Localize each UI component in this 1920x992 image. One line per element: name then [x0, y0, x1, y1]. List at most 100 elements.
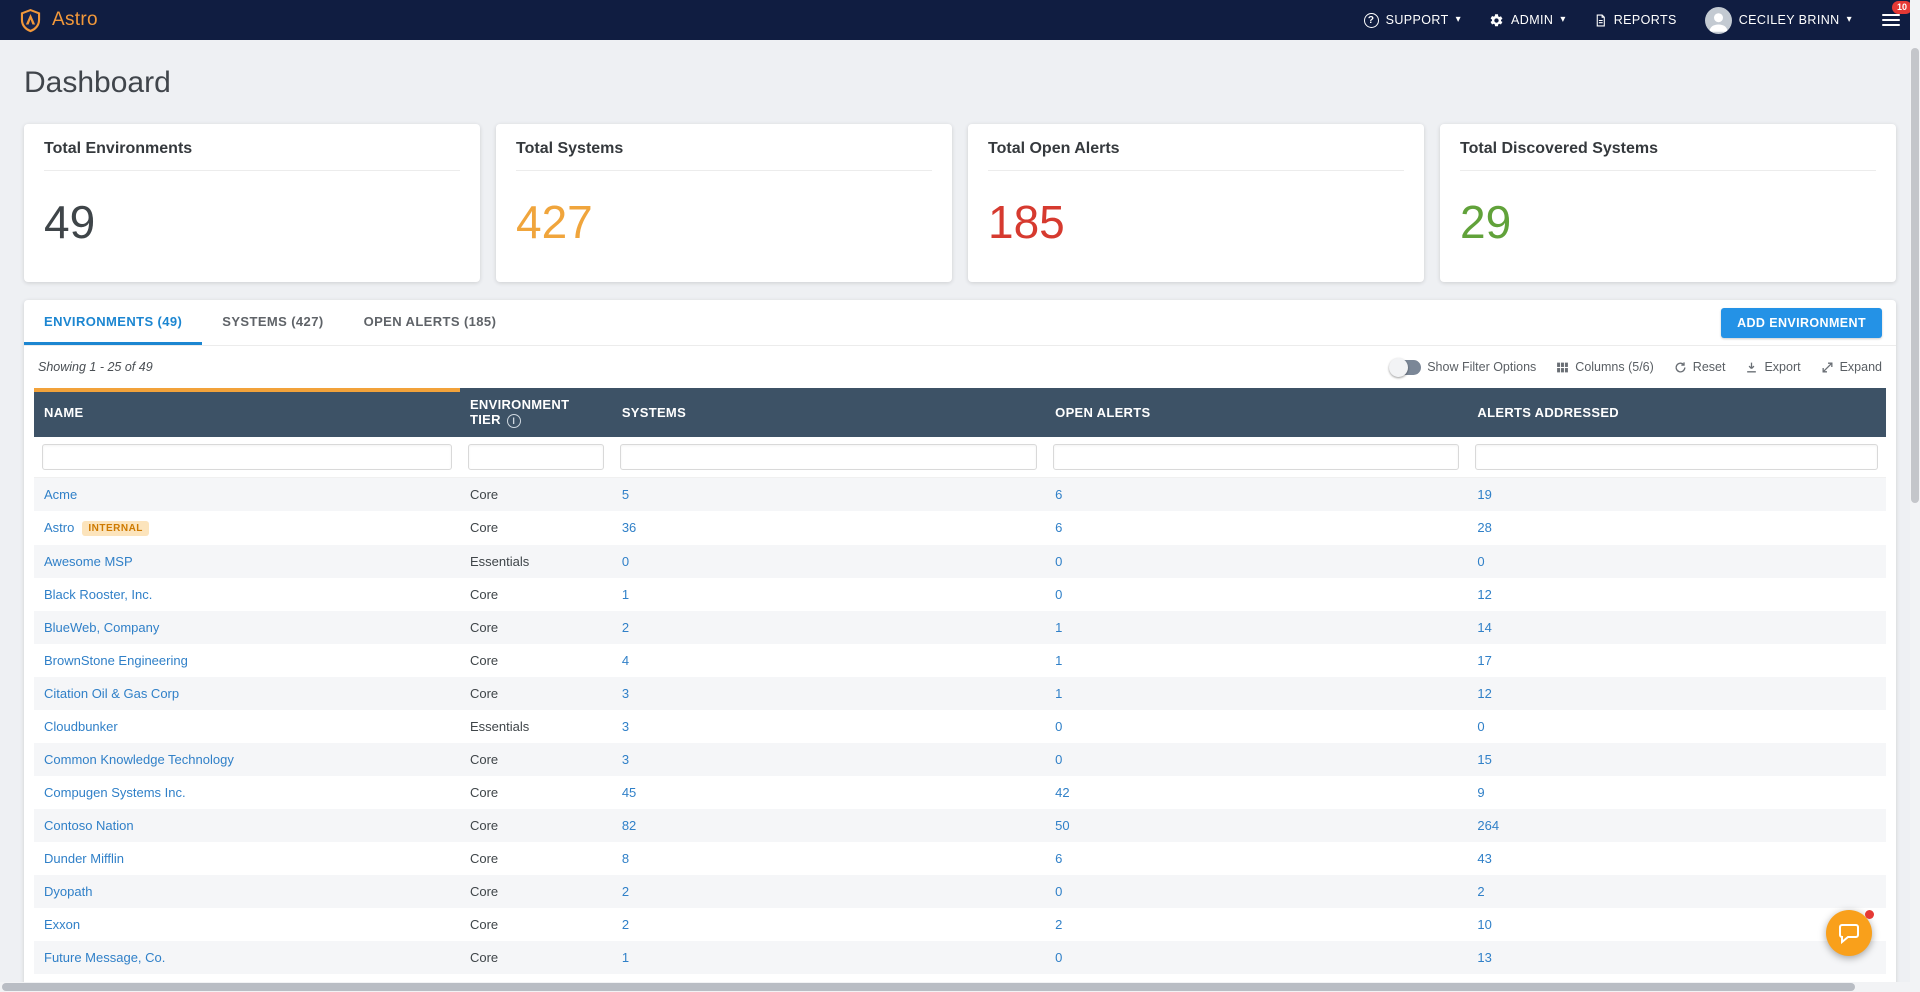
- info-icon[interactable]: i: [507, 414, 521, 428]
- alerts-addressed-count-link[interactable]: 13: [1477, 950, 1491, 965]
- alerts-addressed-count-link[interactable]: 264: [1477, 818, 1499, 833]
- environment-name-link[interactable]: Future Message, Co.: [44, 950, 165, 965]
- systems-count-link[interactable]: 2: [622, 884, 629, 899]
- columns-button[interactable]: Columns (5/6): [1556, 360, 1654, 374]
- environment-name-link[interactable]: Exxon: [44, 917, 80, 932]
- open-alerts-count-link[interactable]: 1: [1055, 653, 1062, 668]
- horizontal-scrollbar-thumb[interactable]: [2, 983, 1855, 991]
- open-alerts-count-link[interactable]: 50: [1055, 818, 1069, 833]
- open-alerts-count-link[interactable]: 6: [1055, 520, 1062, 535]
- environment-name-link[interactable]: BrownStone Engineering: [44, 653, 188, 668]
- open-alerts-count-link[interactable]: 1: [1055, 686, 1062, 701]
- alerts-addressed-cell: 43: [1467, 842, 1886, 875]
- systems-count-link[interactable]: 2: [622, 620, 629, 635]
- environment-name-link[interactable]: Acme: [44, 487, 77, 502]
- alerts-addressed-count-link[interactable]: 17: [1477, 653, 1491, 668]
- filter-toggle-switch[interactable]: [1391, 360, 1421, 375]
- nav-user-menu[interactable]: CECILEY BRINN ▾: [1705, 7, 1852, 34]
- environment-name-link[interactable]: BlueWeb, Company: [44, 620, 159, 635]
- alerts-addressed-count-link[interactable]: 15: [1477, 752, 1491, 767]
- nav-support[interactable]: ? SUPPORT ▾: [1364, 13, 1461, 28]
- systems-count-link[interactable]: 5: [622, 487, 629, 502]
- open-alerts-count-link[interactable]: 1: [1055, 620, 1062, 635]
- open-alerts-count-link[interactable]: 2: [1055, 917, 1062, 932]
- vertical-scrollbar-thumb[interactable]: [1911, 48, 1919, 503]
- column-header-name[interactable]: NAME: [34, 388, 460, 437]
- alerts-addressed-count-link[interactable]: 14: [1477, 620, 1491, 635]
- notifications-menu-button[interactable]: 10: [1880, 7, 1902, 33]
- open-alerts-count-link[interactable]: 6: [1055, 851, 1062, 866]
- column-header-environment-tier[interactable]: ENVIRONMENT TIERi: [460, 388, 612, 437]
- systems-count-link[interactable]: 3: [622, 752, 629, 767]
- column-header-systems[interactable]: SYSTEMS: [612, 388, 1045, 437]
- name-cell: AstroINTERNAL: [34, 511, 460, 545]
- name-cell: Compugen Systems Inc.: [34, 776, 460, 809]
- systems-count-link[interactable]: 4: [622, 653, 629, 668]
- systems-count-link[interactable]: 3: [622, 686, 629, 701]
- systems-count-link[interactable]: 8: [622, 851, 629, 866]
- environment-name-link[interactable]: Compugen Systems Inc.: [44, 785, 186, 800]
- open-alerts-count-link[interactable]: 42: [1055, 785, 1069, 800]
- filter-systems-input[interactable]: [620, 444, 1037, 470]
- environment-name-link[interactable]: Black Rooster, Inc.: [44, 587, 152, 602]
- open-alerts-count-link[interactable]: 0: [1055, 554, 1062, 569]
- alerts-addressed-count-link[interactable]: 0: [1477, 554, 1484, 569]
- environment-name-link[interactable]: Dunder Mifflin: [44, 851, 124, 866]
- alerts-addressed-cell: 10: [1467, 908, 1886, 941]
- environment-name-link[interactable]: Cloudbunker: [44, 719, 118, 734]
- expand-button[interactable]: Expand: [1821, 360, 1882, 374]
- nav-reports[interactable]: REPORTS: [1594, 13, 1677, 28]
- systems-count-link[interactable]: 0: [622, 554, 629, 569]
- open-alerts-count-link[interactable]: 0: [1055, 752, 1062, 767]
- tab-systems[interactable]: SYSTEMS (427): [202, 300, 343, 345]
- alerts-addressed-count-link[interactable]: 10: [1477, 917, 1491, 932]
- tab-open-alerts[interactable]: OPEN ALERTS (185): [344, 300, 517, 345]
- environments-panel: ENVIRONMENTS (49) SYSTEMS (427) OPEN ALE…: [24, 300, 1896, 992]
- environment-name-link[interactable]: Citation Oil & Gas Corp: [44, 686, 179, 701]
- systems-count-link[interactable]: 2: [622, 917, 629, 932]
- chat-widget-button[interactable]: [1826, 910, 1872, 956]
- systems-count-link[interactable]: 45: [622, 785, 636, 800]
- filter-alerts-addressed-input[interactable]: [1475, 444, 1878, 470]
- systems-count-link[interactable]: 1: [622, 950, 629, 965]
- environment-name-link[interactable]: Common Knowledge Technology: [44, 752, 234, 767]
- environment-name-link[interactable]: Awesome MSP: [44, 554, 133, 569]
- horizontal-scrollbar[interactable]: [0, 982, 1910, 992]
- open-alerts-count-link[interactable]: 0: [1055, 950, 1062, 965]
- filter-open-alerts-input[interactable]: [1053, 444, 1459, 470]
- alerts-addressed-count-link[interactable]: 0: [1477, 719, 1484, 734]
- alerts-addressed-count-link[interactable]: 28: [1477, 520, 1491, 535]
- alerts-addressed-count-link[interactable]: 19: [1477, 487, 1491, 502]
- brand-home-link[interactable]: Astro: [18, 8, 98, 33]
- add-environment-button[interactable]: ADD ENVIRONMENT: [1721, 308, 1882, 338]
- systems-cell: 3: [612, 677, 1045, 710]
- environment-name-link[interactable]: Dyopath: [44, 884, 92, 899]
- systems-count-link[interactable]: 36: [622, 520, 636, 535]
- column-header-alerts-addressed[interactable]: ALERTS ADDRESSED: [1467, 388, 1886, 437]
- column-header-open-alerts[interactable]: OPEN ALERTS: [1045, 388, 1467, 437]
- alerts-addressed-count-link[interactable]: 2: [1477, 884, 1484, 899]
- export-button[interactable]: Export: [1745, 360, 1800, 374]
- reset-button[interactable]: Reset: [1674, 360, 1726, 374]
- tab-environments[interactable]: ENVIRONMENTS (49): [24, 300, 202, 345]
- alerts-addressed-count-link[interactable]: 43: [1477, 851, 1491, 866]
- alerts-addressed-count-link[interactable]: 9: [1477, 785, 1484, 800]
- alerts-addressed-count-link[interactable]: 12: [1477, 587, 1491, 602]
- open-alerts-count-link[interactable]: 6: [1055, 487, 1062, 502]
- open-alerts-count-link[interactable]: 0: [1055, 884, 1062, 899]
- vertical-scrollbar[interactable]: [1910, 0, 1920, 992]
- alerts-addressed-count-link[interactable]: 12: [1477, 686, 1491, 701]
- systems-count-link[interactable]: 1: [622, 587, 629, 602]
- filter-tier-input[interactable]: [468, 444, 604, 470]
- environment-tier-cell: Core: [460, 578, 612, 611]
- environment-name-link[interactable]: Astro: [44, 520, 74, 535]
- alerts-addressed-cell: 12: [1467, 677, 1886, 710]
- systems-count-link[interactable]: 82: [622, 818, 636, 833]
- open-alerts-count-link[interactable]: 0: [1055, 719, 1062, 734]
- nav-admin[interactable]: ADMIN ▾: [1489, 13, 1566, 28]
- systems-count-link[interactable]: 3: [622, 719, 629, 734]
- open-alerts-count-link[interactable]: 0: [1055, 587, 1062, 602]
- environment-name-link[interactable]: Contoso Nation: [44, 818, 134, 833]
- filter-name-input[interactable]: [42, 444, 452, 470]
- filter-toggle[interactable]: Show Filter Options: [1391, 360, 1536, 375]
